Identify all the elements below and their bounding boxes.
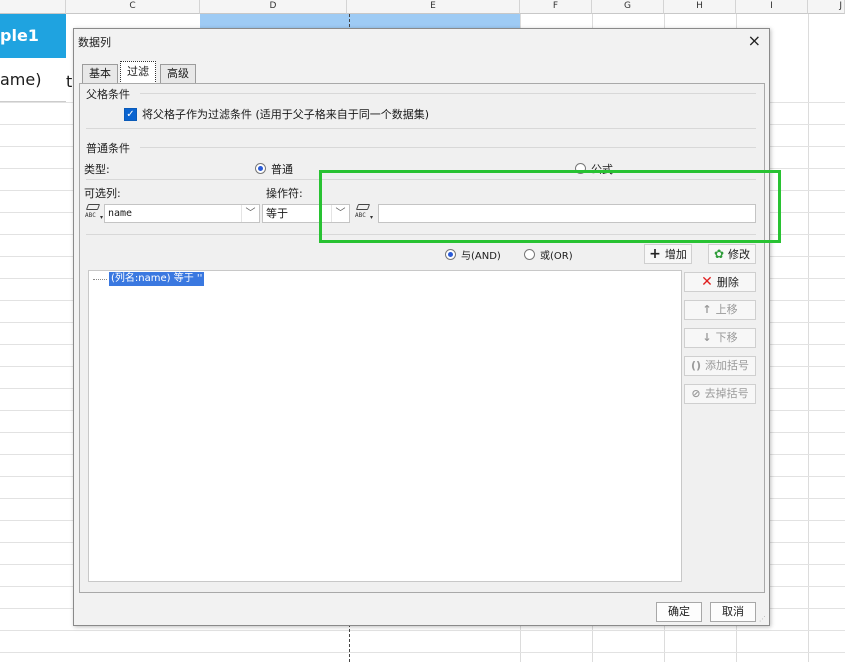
grid-line [0,630,845,631]
parent-filter-checkbox-label: 将父格子作为过滤条件 (适用于父子格来自于同一个数据集) [142,108,430,121]
add-button[interactable]: + 增加 [644,244,692,264]
type-label: 类型: [84,163,110,176]
column-header-f[interactable]: F [520,0,592,14]
column-select[interactable]: name ﹀ [104,204,260,223]
gear-icon: ✿ [713,247,725,261]
dialog-title: 数据列 [78,36,111,49]
grid-line [0,652,845,653]
modify-button-label: 修改 [728,248,751,261]
field-cell-fragment[interactable]: t [66,72,72,91]
column-select-value: name [108,208,133,219]
radio-and-label: 与(AND) [461,251,501,262]
move-down-button-label: 下移 [715,331,738,344]
radio-or-label: 或(OR) [540,251,573,262]
arrow-down-icon: ↓ [702,331,712,344]
value-type-abc-icon[interactable]: ABC ▾ [355,204,373,221]
condition-item[interactable]: (列名:name) 等于 '' [109,272,205,286]
column-header-d[interactable]: D [200,0,347,14]
close-icon[interactable]: × [748,33,761,49]
column-header-g[interactable]: G [592,0,664,14]
delete-button[interactable]: ✕ 删除 [684,272,756,292]
chevron-down-icon: ﹀ [331,205,349,222]
tree-connector [93,279,107,280]
divider [140,93,756,94]
radio-formula[interactable] [575,163,586,174]
radio-normal-label: 普通 [271,163,293,176]
field-cell[interactable]: ame) [0,58,66,102]
radio-normal[interactable] [255,163,266,174]
bracket-icon: () [690,359,702,372]
column-header-h[interactable]: H [664,0,736,14]
filter-panel: 父格条件 ✓ 将父格子作为过滤条件 (适用于父子格来自于同一个数据集) 普通条件… [79,83,765,593]
add-button-label: 增加 [664,248,687,261]
remove-bracket-button[interactable]: ⊘ 去掉括号 [684,384,756,404]
plus-icon: + [649,246,661,262]
divider [140,147,756,148]
ok-button[interactable]: 确定 [656,602,702,622]
operator-select-value: 等于 [266,207,288,220]
add-bracket-button-label: 添加括号 [705,359,750,372]
value-input[interactable] [378,204,756,223]
tab-filter[interactable]: 过滤 [120,61,156,84]
arrow-up-icon: ↑ [702,303,712,316]
available-columns-label: 可选列: [84,187,121,200]
delete-x-icon: ✕ [701,274,713,290]
remove-bracket-button-label: 去掉括号 [704,387,749,400]
column-header-e[interactable]: E [347,0,520,14]
move-up-button[interactable]: ↑ 上移 [684,300,756,320]
column-header-c[interactable]: C [66,0,200,14]
radio-formula-label: 公式 [591,163,613,176]
general-condition-title: 普通条件 [86,142,130,155]
cancel-button[interactable]: 取消 [710,602,756,622]
move-up-button-label: 上移 [715,303,738,316]
remove-bracket-icon: ⊘ [691,387,701,400]
column-header-j[interactable]: J [808,0,845,14]
resize-grip-icon[interactable]: ⋰ [759,615,767,623]
add-bracket-button[interactable]: () 添加括号 [684,356,756,376]
chevron-down-icon: ﹀ [241,205,259,222]
radio-or[interactable] [524,249,535,260]
move-down-button[interactable]: ↓ 下移 [684,328,756,348]
operator-select[interactable]: 等于 ﹀ [262,204,350,223]
delete-button-label: 删除 [716,276,739,289]
parent-condition-title: 父格条件 [86,88,130,101]
operator-label: 操作符: [266,187,303,200]
parent-filter-checkbox[interactable]: ✓ [124,108,137,121]
column-header-i[interactable]: I [736,0,808,14]
column-type-abc-icon[interactable]: ABC ▾ [85,204,103,221]
modify-button[interactable]: ✿ 修改 [708,244,756,264]
divider [86,234,756,235]
conditions-list[interactable]: (列名:name) 等于 '' [88,270,682,582]
divider [86,179,756,180]
data-column-dialog: 数据列 × 基本 过滤 高级 父格条件 ✓ 将父格子作为过滤条件 (适用于父子格… [73,28,770,626]
column-header-blank[interactable] [0,0,66,14]
radio-and[interactable] [445,249,456,260]
divider [86,128,756,129]
tab-basic[interactable]: 基本 [82,64,118,83]
table-title-cell[interactable]: ple1 [0,14,66,58]
tab-advanced[interactable]: 高级 [160,64,196,83]
